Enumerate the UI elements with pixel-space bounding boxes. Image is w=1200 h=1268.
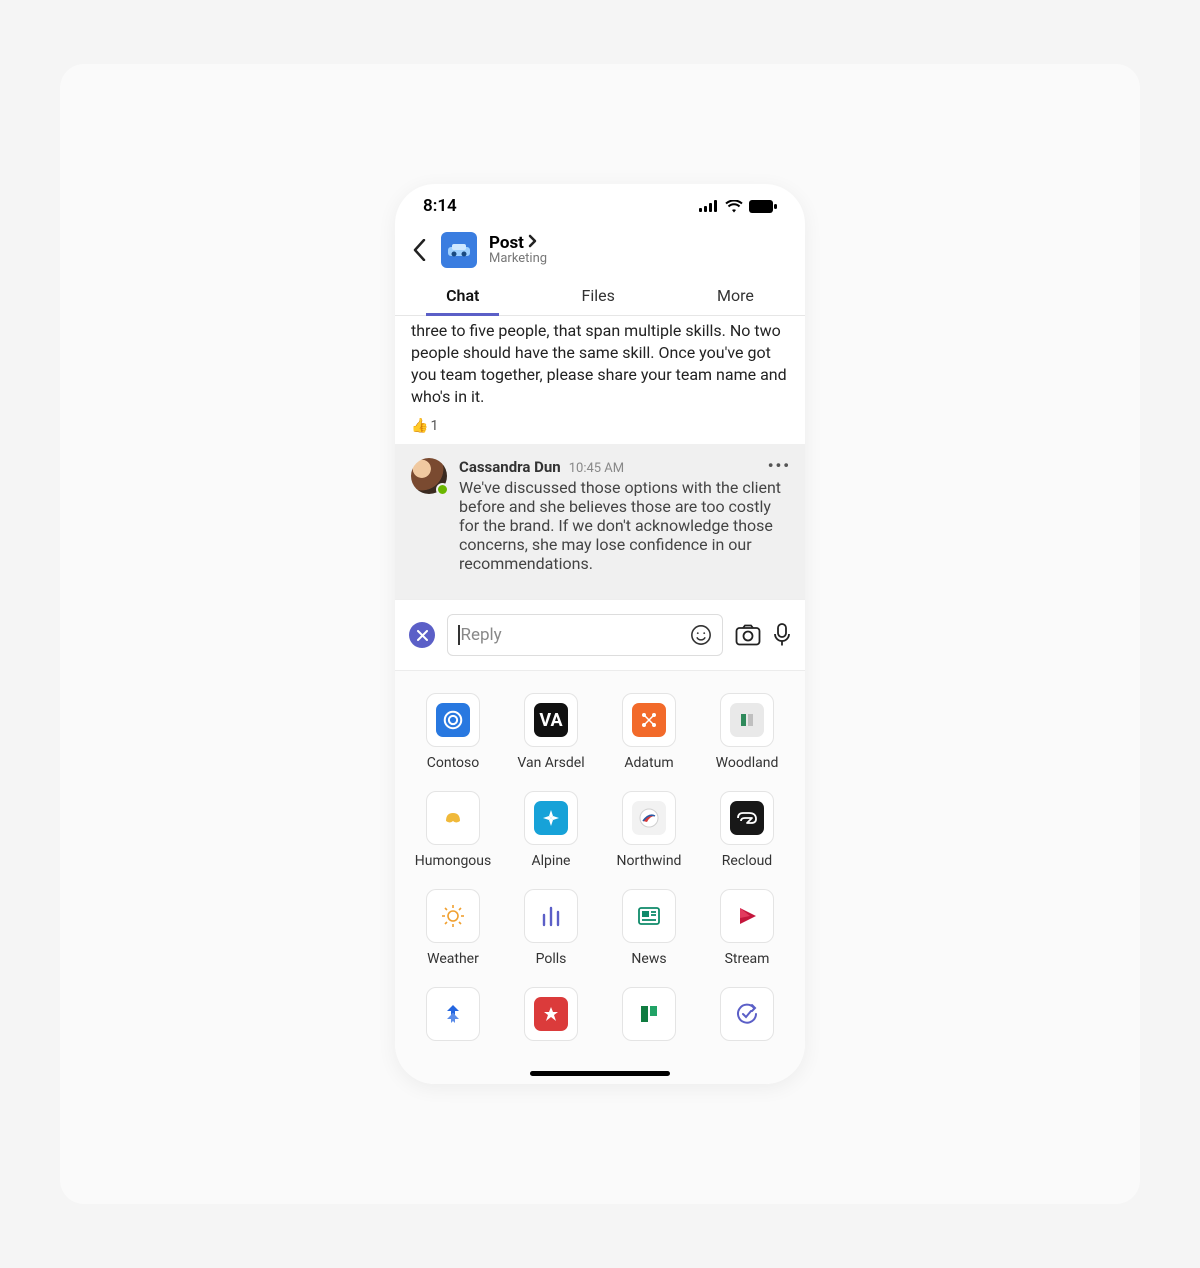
weather-icon: [436, 899, 470, 933]
app-label: News: [631, 951, 666, 967]
app-northwind[interactable]: Northwind: [603, 791, 695, 869]
compose-bar: Reply: [395, 599, 805, 670]
app-contoso[interactable]: Contoso: [407, 693, 499, 771]
channel-header: Post Marketing: [395, 224, 805, 278]
channel-title: Post: [489, 234, 524, 253]
tab-more[interactable]: More: [717, 278, 754, 315]
northwind-icon: [632, 801, 666, 835]
wifi-icon: [725, 200, 743, 213]
app-label: Contoso: [427, 755, 479, 771]
app-label: Recloud: [722, 853, 772, 869]
humongous-icon: [436, 801, 470, 835]
planner-icon: [632, 997, 666, 1031]
status-time: 8:14: [423, 196, 457, 216]
app-row4-3[interactable]: [603, 987, 695, 1041]
messaging-extensions-drawer[interactable]: Contoso VA Van Arsdel Adatum Wood: [395, 670, 805, 1084]
message-list[interactable]: three to five people, that span multiple…: [395, 316, 805, 599]
polls-icon: [534, 899, 568, 933]
app-row4-2[interactable]: [505, 987, 597, 1041]
reply-text: We've discussed those options with the c…: [459, 478, 789, 573]
app-weather[interactable]: Weather: [407, 889, 499, 967]
avatar: [411, 458, 447, 494]
wunderlist-icon: [534, 997, 568, 1031]
app-polls[interactable]: Polls: [505, 889, 597, 967]
app-label: Van Arsdel: [517, 755, 584, 771]
recloud-icon: [730, 801, 764, 835]
reply-timestamp: 10:45 AM: [569, 461, 624, 476]
presence-available-icon: [436, 483, 449, 496]
app-woodland[interactable]: Woodland: [701, 693, 793, 771]
reply-author: Cassandra Dun: [459, 458, 561, 476]
app-label: Woodland: [716, 755, 779, 771]
app-row4-1[interactable]: [407, 987, 499, 1041]
jira-icon: [436, 997, 470, 1031]
tab-files[interactable]: Files: [582, 278, 615, 315]
camera-button[interactable]: [735, 624, 761, 646]
app-row4-4[interactable]: [701, 987, 793, 1041]
reply-placeholder: Reply: [461, 625, 502, 645]
app-van-arsdel[interactable]: VA Van Arsdel: [505, 693, 597, 771]
cellular-signal-icon: [699, 200, 719, 212]
app-label: Polls: [536, 951, 567, 967]
tab-chat[interactable]: Chat: [446, 278, 479, 315]
woodland-icon: [730, 703, 764, 737]
reply-input[interactable]: Reply: [447, 614, 723, 656]
stream-icon: [730, 899, 764, 933]
app-label: Humongous: [415, 853, 492, 869]
close-extensions-button[interactable]: [409, 622, 435, 648]
chevron-right-icon: [528, 234, 537, 253]
message-text: three to five people, that span multiple…: [395, 316, 805, 416]
app-recloud[interactable]: Recloud: [701, 791, 793, 869]
app-humongous[interactable]: Humongous: [407, 791, 499, 869]
contoso-icon: [436, 703, 470, 737]
channel-avatar-icon: [441, 232, 477, 268]
battery-icon: [749, 200, 777, 213]
alpine-icon: [534, 801, 568, 835]
canvas: 8:14 Post: [60, 64, 1140, 1204]
van-arsdel-icon: VA: [534, 703, 568, 737]
app-label: Alpine: [532, 853, 571, 869]
status-bar: 8:14: [395, 184, 805, 224]
tab-bar: Chat Files More: [395, 278, 805, 316]
app-label: Stream: [725, 951, 770, 967]
reply-message[interactable]: Cassandra Dun 10:45 AM We've discussed t…: [395, 444, 805, 599]
app-news[interactable]: News: [603, 889, 695, 967]
channel-subtitle: Marketing: [489, 252, 547, 266]
channel-titles[interactable]: Post Marketing: [489, 234, 547, 267]
app-label: Northwind: [617, 853, 682, 869]
reaction-bar[interactable]: 👍 1: [395, 416, 805, 444]
app-alpine[interactable]: Alpine: [505, 791, 597, 869]
app-label: Weather: [427, 951, 479, 967]
back-button[interactable]: [409, 236, 429, 264]
message-more-button[interactable]: •••: [768, 456, 791, 475]
microphone-button[interactable]: [773, 623, 791, 647]
reaction-count: 1: [430, 418, 438, 434]
app-grid: Contoso VA Van Arsdel Adatum Wood: [407, 693, 793, 1041]
text-cursor: [458, 625, 460, 645]
emoji-button[interactable]: [690, 624, 712, 646]
thumbs-up-icon: 👍: [411, 418, 428, 434]
app-stream[interactable]: Stream: [701, 889, 793, 967]
app-adatum[interactable]: Adatum: [603, 693, 695, 771]
app-label: Adatum: [624, 755, 673, 771]
home-indicator[interactable]: [530, 1071, 670, 1076]
adatum-icon: [632, 703, 666, 737]
phone-frame: 8:14 Post: [395, 184, 805, 1084]
news-icon: [632, 899, 666, 933]
status-icons: [699, 200, 777, 213]
refresh-check-icon: [730, 997, 764, 1031]
